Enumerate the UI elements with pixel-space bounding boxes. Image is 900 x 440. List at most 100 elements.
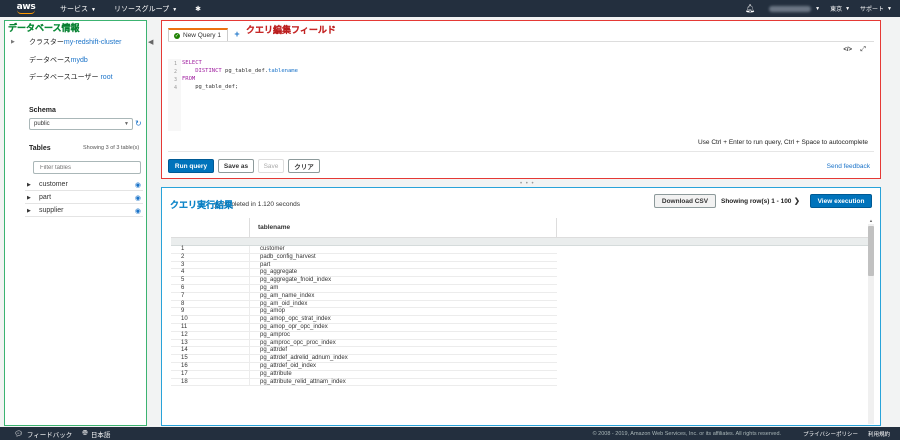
resource-groups-menu[interactable]: リソースグループ ▼ — [114, 4, 177, 14]
filter-tables-input[interactable] — [33, 161, 141, 174]
scroll-up-icon[interactable]: ▲ — [868, 218, 874, 223]
table-row[interactable]: 9 pg_amop — [171, 308, 557, 317]
table-row[interactable]: 10 pg_amop_opc_strat_index — [171, 316, 557, 324]
row-number: 18 — [181, 378, 188, 385]
table-row[interactable]: 3 part — [171, 261, 557, 270]
send-feedback-link[interactable]: Send feedback — [827, 163, 870, 170]
globe-icon[interactable]: 🌐︎ — [82, 430, 88, 438]
database-row: データベースmydb — [29, 57, 88, 64]
cell-tablename[interactable]: part — [249, 261, 557, 269]
aws-logo[interactable]: aws — [6, 0, 46, 17]
table-row[interactable]: 18 pg_attribute_relid_attnam_index — [171, 378, 557, 387]
save-as-button[interactable]: Save as — [218, 159, 254, 173]
cell-tablename[interactable]: pg_attribute — [249, 370, 557, 378]
table-row[interactable]: 5 pg_aggregate_fnoid_index — [171, 277, 557, 285]
table-row[interactable]: 8 pg_am_oid_index — [171, 300, 557, 309]
cell-tablename[interactable]: pg_attrdef_adrelid_adnum_index — [249, 355, 557, 362]
table-row[interactable]: 15 pg_attrdef_adrelid_adnum_index — [171, 355, 557, 363]
row-number: 5 — [181, 277, 185, 284]
eye-icon[interactable]: ◉ — [135, 181, 141, 189]
chat-bubble-icon[interactable]: 💬︎ — [14, 430, 23, 438]
table-row[interactable]: 4 pg_aggregate — [171, 269, 557, 278]
database-user-row: データベースユーザー root — [29, 74, 113, 81]
clear-button[interactable]: クリア — [288, 159, 320, 173]
rows-range: Showing row(s) 1 - 100 — [721, 198, 792, 205]
table-row[interactable]: 7 pg_am_name_index — [171, 292, 557, 301]
save-button[interactable]: Save — [258, 159, 284, 173]
row-number: 11 — [181, 323, 188, 330]
collapse-panel-icon[interactable]: ◀ — [148, 38, 153, 46]
caret-down-icon: ▼ — [172, 6, 178, 13]
table-row[interactable]: 2 padb_config_harvest — [171, 253, 557, 262]
table-item-supplier[interactable]: ▶ supplier ◉ — [25, 205, 143, 217]
caret-down-icon: ▼ — [887, 5, 892, 12]
cell-tablename[interactable]: pg_attrdef — [249, 347, 557, 355]
database-info-panel: データベース情報 ▶ クラスターmy-redshift-cluster データベ… — [4, 20, 147, 426]
schema-select[interactable]: public ▼ — [29, 118, 133, 130]
table-row[interactable]: 14 pg_attrdef — [171, 347, 557, 356]
chevron-right-icon[interactable]: ❯ — [794, 197, 800, 205]
line-number: 2 — [174, 69, 178, 75]
cell-tablename[interactable]: pg_attribute_relid_attnam_index — [249, 378, 557, 386]
cell-tablename[interactable]: pg_aggregate_fnoid_index — [249, 277, 557, 284]
cell-tablename[interactable]: pg_am — [249, 284, 557, 292]
expand-arrow-icon[interactable]: ▶ — [27, 182, 39, 188]
scrollbar-thumb[interactable] — [868, 226, 874, 276]
add-tab-button[interactable]: + — [232, 29, 242, 40]
cell-tablename[interactable]: padb_config_harvest — [249, 253, 557, 261]
footer-right: © 2008 - 2019, Amazon Web Services, Inc.… — [593, 427, 890, 440]
table-item-part[interactable]: ▶ part ◉ — [25, 192, 143, 204]
view-execution-button[interactable]: View execution — [810, 194, 872, 208]
tab-new-query-1[interactable]: ✓ New Query 1 — [168, 28, 228, 41]
table-row[interactable]: 17 pg_attribute — [171, 370, 557, 379]
table-row[interactable]: 6 pg_am — [171, 284, 557, 293]
language-selector[interactable]: 日本語 — [91, 429, 111, 439]
annotation-query-editor: クエリ編集フィールド — [246, 25, 336, 35]
cell-tablename[interactable]: customer — [249, 246, 557, 253]
cell-tablename[interactable]: pg_am_oid_index — [249, 300, 557, 308]
top-nav: aws サービス ▼ リソースグループ ▼ ✱ 🔔︎ ▼ 東京 ▼ サポート ▼ — [0, 0, 900, 17]
cell-tablename[interactable]: pg_amproc — [249, 331, 557, 339]
support-menu[interactable]: サポート — [860, 4, 884, 13]
check-circle-icon: ✓ — [174, 32, 180, 39]
expand-icon[interactable]: ⤢ — [860, 46, 866, 54]
terms-link[interactable]: 利用規約 — [868, 430, 890, 438]
cell-tablename[interactable]: pg_amproc_opc_proc_index — [249, 339, 557, 347]
row-number: 13 — [181, 339, 188, 346]
services-menu[interactable]: サービス ▼ — [60, 4, 96, 14]
region-menu[interactable]: 東京 — [830, 4, 842, 13]
cell-tablename[interactable]: pg_aggregate — [249, 269, 557, 277]
code-format-icon[interactable]: </> — [843, 47, 852, 53]
table-row[interactable]: 16 pg_attrdef_oid_index — [171, 362, 557, 371]
table-row[interactable]: 11 pg_amop_opr_opc_index — [171, 323, 557, 332]
feedback-link[interactable]: フィードバック — [27, 429, 72, 439]
expand-arrow-icon[interactable]: ▶ — [27, 208, 39, 214]
table-item-customer[interactable]: ▶ customer ◉ — [25, 179, 143, 191]
privacy-policy-link[interactable]: プライバシーポリシー — [803, 430, 858, 438]
expand-cluster-icon[interactable]: ▶ — [11, 39, 15, 45]
pin-icon[interactable]: ✱ — [195, 5, 201, 13]
annotation-database-info: データベース情報 — [8, 23, 80, 33]
eye-icon[interactable]: ◉ — [135, 207, 141, 215]
run-query-button[interactable]: Run query — [168, 159, 214, 173]
tables-label: Tables — [29, 145, 51, 152]
refresh-icon[interactable]: ↻ — [135, 119, 142, 128]
caret-down-icon: ▼ — [845, 5, 851, 12]
cell-tablename[interactable]: pg_amop_opr_opc_index — [249, 323, 557, 331]
query-editor-panel: ✓ New Query 1 + クエリ編集フィールド </> ⤢ 1 2 3 4… — [161, 20, 881, 179]
table-row[interactable]: 12 pg_amproc — [171, 331, 557, 340]
table-row[interactable]: 1 customer — [171, 246, 557, 254]
download-csv-button[interactable]: Download CSV — [654, 194, 716, 208]
expand-arrow-icon[interactable]: ▶ — [27, 195, 39, 201]
cell-tablename[interactable]: pg_attrdef_oid_index — [249, 362, 557, 370]
bell-icon[interactable]: 🔔︎ — [745, 4, 755, 13]
eye-icon[interactable]: ◉ — [135, 194, 141, 202]
table-row[interactable]: 13 pg_amproc_opc_proc_index — [171, 339, 557, 348]
editor-divider — [168, 151, 874, 152]
line-number: 3 — [174, 77, 178, 83]
column-header-tablename[interactable]: tablename — [249, 218, 557, 238]
account-menu[interactable] — [769, 5, 812, 12]
cell-tablename[interactable]: pg_amop_opc_strat_index — [249, 316, 557, 323]
cell-tablename[interactable]: pg_amop — [249, 308, 557, 316]
cell-tablename[interactable]: pg_am_name_index — [249, 292, 557, 300]
